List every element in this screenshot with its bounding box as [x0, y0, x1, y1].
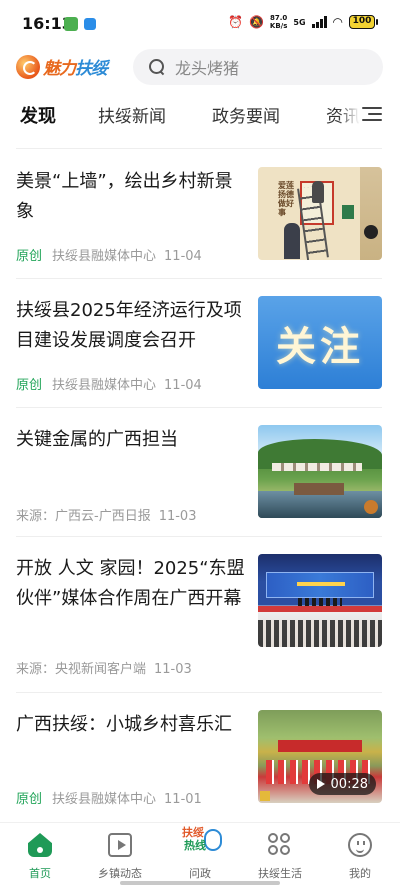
- news-source: 来源：央视新闻客户端: [16, 662, 147, 677]
- wall-slogan: 爱莲 扬德 做好事: [278, 181, 294, 217]
- news-date: 11-03: [158, 509, 197, 524]
- news-meta: 来源：央视新闻客户端 11-03: [16, 658, 192, 677]
- nav-home[interactable]: 首页: [0, 823, 80, 883]
- news-date: 11-03: [154, 662, 192, 677]
- search-icon: [149, 59, 165, 75]
- news-title: 开放 人文 家园！2025“东盟伙伴”媒体合作周在广西开幕: [16, 558, 245, 609]
- app-header: 魅力扶绥 龙头烤猪: [0, 46, 400, 90]
- news-date: 11-01: [164, 792, 202, 807]
- news-title: 美景“上墙”，绘出乡村新景象: [16, 171, 233, 222]
- news-item[interactable]: 扶绥县2025年经济运行及项目建设发展调度会召开 原创 扶绥县融媒体中心 11-04…: [16, 296, 384, 408]
- news-thumbnail: 关注: [258, 296, 382, 389]
- net-speed-value: 87.0: [269, 14, 288, 22]
- news-meta: 原创 扶绥县融媒体中心 11-04: [16, 374, 202, 393]
- net-speed: 87.0 KB/s: [270, 14, 287, 30]
- news-thumbnail: 00:28: [258, 710, 382, 803]
- divider: [16, 148, 382, 149]
- logo-text: 魅力扶绥: [43, 54, 108, 79]
- nav-mine[interactable]: 我的: [320, 823, 400, 883]
- video-duration: 00:28: [330, 776, 368, 792]
- news-meta: 原创 扶绥县融媒体中心 11-01: [16, 788, 202, 807]
- tab-menu-button[interactable]: [338, 96, 400, 136]
- original-tag: 原创: [16, 249, 43, 264]
- home-indicator[interactable]: [120, 881, 280, 885]
- news-title: 关键金属的广西担当: [16, 429, 178, 450]
- app-notification-icon-2: [84, 18, 96, 30]
- tab-discover[interactable]: 发现: [20, 102, 56, 128]
- search-bar[interactable]: 龙头烤猪: [133, 49, 383, 85]
- news-item[interactable]: 关键金属的广西担当 来源：广西云-广西日报 11-03: [16, 425, 384, 537]
- news-item[interactable]: 美景“上墙”，绘出乡村新景象 原创 扶绥县融媒体中心 11-04 爱莲 扬德 做好事: [16, 167, 384, 279]
- signal-bars-icon: [311, 16, 327, 28]
- hotline-logo-line2: 热线: [184, 839, 206, 852]
- play-icon: [316, 779, 325, 789]
- wifi-icon: ◠: [332, 15, 343, 29]
- status-icons: ⏰ 🔕 87.0 KB/s 5G ◠ 100: [228, 14, 378, 30]
- divider: [16, 692, 382, 693]
- signal-label: 5G: [293, 17, 306, 27]
- bottom-navigation: 首页 乡镇动态 扶绥 热线 问政 扶绥生活 我的: [0, 822, 400, 889]
- mute-icon: 🔕: [248, 15, 264, 29]
- logo-text-part2: 扶绥: [75, 59, 108, 79]
- news-thumbnail: 爱莲 扬德 做好事: [258, 167, 382, 260]
- thumbnail-caption: 关注: [276, 323, 364, 370]
- news-date: 11-04: [164, 378, 202, 393]
- tab-government-news[interactable]: 政务要闻: [212, 102, 280, 127]
- news-source: 扶绥县融媒体中心: [52, 249, 157, 264]
- category-tabs: 发现 扶绥新闻 政务要闻 资讯: [0, 96, 400, 136]
- news-title: 扶绥县2025年经济运行及项目建设发展调度会召开: [16, 300, 242, 351]
- smiley-icon: [348, 833, 372, 857]
- news-item[interactable]: 广西扶绥：小城乡村喜乐汇 原创 扶绥县融媒体中心 11-01 00:28: [16, 710, 384, 822]
- news-source: 来源：广西云-广西日报: [16, 509, 151, 524]
- divider: [16, 407, 382, 408]
- battery-level: 100: [349, 15, 375, 29]
- nav-label: 扶绥生活: [258, 867, 302, 880]
- hotline-logo-icon: 扶绥 热线: [182, 827, 222, 863]
- tab-fusui-news[interactable]: 扶绥新闻: [98, 102, 166, 127]
- news-thumbnail: [258, 554, 382, 647]
- nav-ask-government[interactable]: 扶绥 热线 问政: [160, 823, 240, 883]
- four-circles-icon: [268, 833, 292, 857]
- divider: [16, 536, 382, 537]
- news-date: 11-04: [164, 249, 202, 264]
- news-source: 扶绥县融媒体中心: [52, 378, 157, 393]
- menu-icon: [360, 105, 382, 123]
- news-title: 广西扶绥：小城乡村喜乐汇: [16, 714, 232, 735]
- news-meta: 来源：广西云-广西日报 11-03: [16, 505, 196, 524]
- nav-town-news[interactable]: 乡镇动态: [80, 823, 160, 883]
- original-tag: 原创: [16, 792, 43, 807]
- play-box-icon: [108, 833, 132, 857]
- search-placeholder: 龙头烤猪: [175, 59, 240, 78]
- news-source: 扶绥县融媒体中心: [52, 792, 157, 807]
- nav-label: 我的: [349, 867, 371, 880]
- status-bar: 16:13 ⏰ 🔕 87.0 KB/s 5G ◠ 100: [0, 0, 400, 46]
- home-icon: [28, 833, 52, 857]
- logo-mark-icon: [16, 54, 40, 79]
- app-notification-icon: [64, 17, 78, 31]
- hotline-logo-line1: 扶绥: [182, 826, 204, 839]
- app-logo: 魅力扶绥: [16, 54, 108, 79]
- nav-label: 首页: [29, 867, 51, 880]
- nav-fusui-life[interactable]: 扶绥生活: [240, 823, 320, 883]
- news-item[interactable]: 开放 人文 家园！2025“东盟伙伴”媒体合作周在广西开幕 来源：央视新闻客户端…: [16, 554, 384, 694]
- divider: [16, 278, 382, 279]
- battery-icon: 100: [349, 15, 378, 29]
- video-duration-badge: 00:28: [308, 773, 376, 795]
- original-tag: 原创: [16, 378, 43, 393]
- net-speed-unit: KB/s: [269, 22, 288, 30]
- logo-text-part1: 魅力: [43, 59, 76, 79]
- news-meta: 原创 扶绥县融媒体中心 11-04: [16, 245, 202, 264]
- news-thumbnail: [258, 425, 382, 518]
- nav-label: 乡镇动态: [98, 867, 142, 880]
- alarm-icon: ⏰: [227, 15, 243, 29]
- nav-label: 问政: [189, 867, 211, 880]
